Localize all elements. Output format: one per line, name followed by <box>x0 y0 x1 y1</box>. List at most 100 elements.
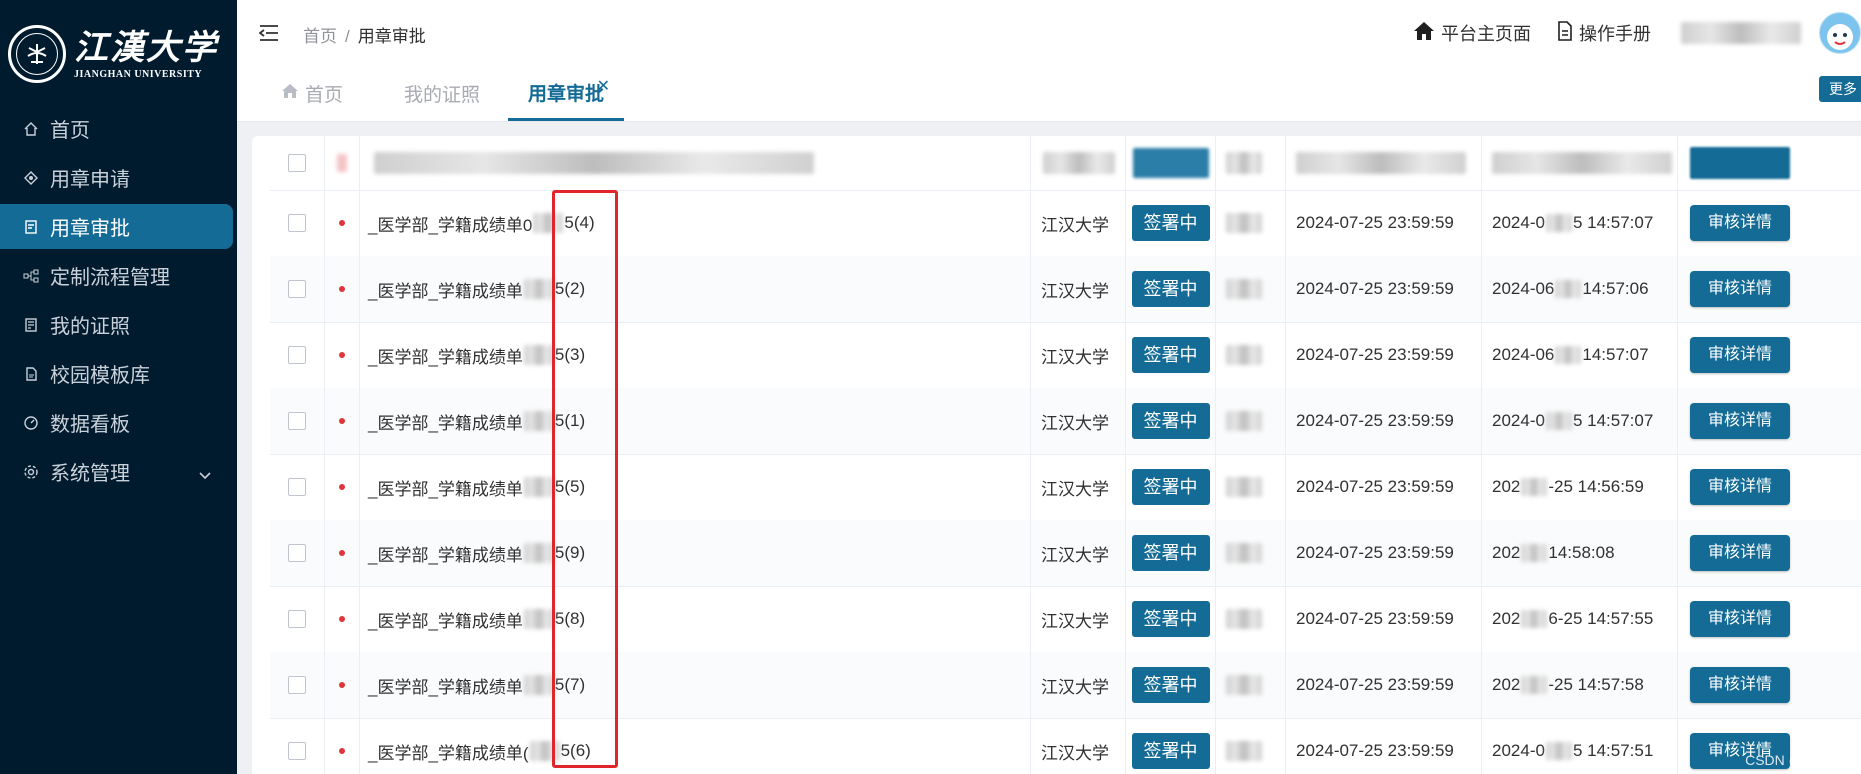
unread-dot-icon <box>339 682 345 688</box>
review-detail-button[interactable]: 审核详情 <box>1690 271 1791 307</box>
tab-home[interactable]: 首页 <box>281 66 343 121</box>
created-time-prefix: 2024-0 <box>1492 741 1545 760</box>
signer-redacted <box>1226 741 1262 761</box>
status-badge: 签署中 <box>1131 403 1210 439</box>
tab-label: 首页 <box>305 85 344 106</box>
status-badge: 签署中 <box>1131 667 1210 703</box>
manual-link[interactable]: 操作手册 <box>1557 20 1651 46</box>
sidebar-item-home[interactable]: 首页 <box>0 106 233 151</box>
tab-bar: 首页 我的证照 用章审批 ✕ 更多 <box>237 66 1861 122</box>
review-detail-button[interactable]: 审核详情 <box>1690 469 1791 505</box>
settings-icon <box>22 463 40 481</box>
signer-redacted <box>1226 213 1262 233</box>
document-name[interactable]: _医学部_学籍成绩单 <box>368 541 523 566</box>
created-time-suffix: 5 14:57:07 <box>1572 213 1654 232</box>
breadcrumb-home[interactable]: 首页 <box>303 27 337 46</box>
user-avatar[interactable] <box>1819 12 1861 54</box>
menu-fold-icon[interactable] <box>258 24 279 47</box>
review-detail-button[interactable]: 审核详情 <box>1690 205 1791 241</box>
chevron-down-icon[interactable] <box>199 463 211 486</box>
table-row: _医学部_学籍成绩单0 5(4) 江汉大学 签署中 2024-07-25 23:59:5… <box>270 190 1861 257</box>
sidebar-item-data-dashboard[interactable]: 数据看板 <box>0 400 233 445</box>
created-time-prefix: 2024-06 <box>1492 279 1555 298</box>
row-checkbox[interactable] <box>288 478 306 496</box>
dashboard-icon <box>22 414 40 432</box>
organization: 江汉大学 <box>1041 413 1109 433</box>
sidebar-item-stamp-approval[interactable]: 用章审批 <box>0 204 233 249</box>
document-name[interactable]: _医学部_学籍成绩单 <box>368 277 523 302</box>
document-name[interactable]: _医学部_学籍成绩单 <box>368 343 523 368</box>
status-badge: 签署中 <box>1131 271 1210 307</box>
document-name[interactable]: _医学部_学籍成绩单 <box>368 409 523 434</box>
tab-my-certificates[interactable]: 我的证照 <box>404 66 480 121</box>
column-header-redacted <box>374 152 814 174</box>
document-name[interactable]: _医学部_学籍成绩单( <box>368 739 529 764</box>
home-icon <box>281 83 299 105</box>
document-name[interactable]: _医学部_学籍成绩单 <box>368 475 523 500</box>
document-name-redacted <box>523 543 554 563</box>
row-checkbox[interactable] <box>288 412 306 430</box>
organization: 江汉大学 <box>1041 281 1109 301</box>
unread-dot-icon <box>339 286 345 292</box>
document-name[interactable]: _医学部_学籍成绩单0 <box>368 211 532 236</box>
platform-home-link[interactable]: 平台主页面 <box>1413 20 1531 46</box>
row-checkbox[interactable] <box>288 676 306 694</box>
document-name-suffix: 5(5) <box>554 477 586 496</box>
review-detail-button[interactable]: 审核详情 <box>1690 667 1791 703</box>
row-checkbox[interactable] <box>288 610 306 628</box>
created-time-redacted <box>1521 478 1548 496</box>
created-time-suffix: 14:57:06 <box>1582 279 1649 298</box>
document-name-suffix: 5(6) <box>560 741 591 760</box>
created-time-redacted <box>1545 742 1572 760</box>
document-name-redacted <box>523 609 554 629</box>
document-name[interactable]: _医学部_学籍成绩单 <box>368 607 523 632</box>
review-detail-button[interactable]: 审核详情 <box>1690 535 1791 571</box>
more-button[interactable]: 更多 <box>1819 76 1861 102</box>
review-detail-button[interactable]: 审核详情 <box>1690 403 1791 439</box>
signer-redacted <box>1226 345 1262 365</box>
table-row: _医学部_学籍成绩单 5(8) 江汉大学 签署中 2024-07-25 23:59:59… <box>270 586 1861 653</box>
unread-dot-icon <box>339 550 345 556</box>
review-detail-button[interactable]: 审核详情 <box>1690 337 1791 373</box>
row-checkbox[interactable] <box>288 214 306 232</box>
status-badge: 签署中 <box>1131 601 1210 637</box>
sidebar-item-stamp-apply[interactable]: 用章申请 <box>0 155 233 200</box>
table-row: _医学部_学籍成绩单 5(5) 江汉大学 签署中 2024-07-25 23:59:59… <box>270 454 1861 521</box>
tab-stamp-approval[interactable]: 用章审批 ✕ <box>508 66 625 121</box>
breadcrumb: 首页 / 用章审批 <box>303 27 426 46</box>
select-all-checkbox[interactable] <box>288 154 306 172</box>
organization: 江汉大学 <box>1041 611 1109 631</box>
signer-redacted <box>1226 543 1262 563</box>
row-checkbox[interactable] <box>288 280 306 298</box>
organization: 江汉大学 <box>1041 677 1109 697</box>
table-row: _医学部_学籍成绩单 5(3) 江汉大学 签署中 2024-07-25 23:59:59… <box>270 322 1861 389</box>
document-name[interactable]: _医学部_学籍成绩单 <box>368 673 523 698</box>
sidebar-item-flow-management[interactable]: 定制流程管理 <box>0 253 233 298</box>
row-checkbox[interactable] <box>288 742 306 760</box>
document-name-suffix: 5(3) <box>554 345 586 364</box>
deadline-time: 2024-07-25 23:59:59 <box>1296 609 1454 628</box>
close-icon[interactable]: ✕ <box>597 76 610 96</box>
table-header-row <box>270 136 1861 191</box>
unread-dot-icon <box>339 484 345 490</box>
document-name-suffix: 5(2) <box>554 279 586 298</box>
document-name-redacted <box>533 213 564 233</box>
flow-icon <box>22 267 40 285</box>
sidebar-item-system-management[interactable]: 系统管理 <box>0 449 233 494</box>
row-checkbox[interactable] <box>288 346 306 364</box>
signer-redacted <box>1226 411 1262 431</box>
review-detail-button[interactable]: 审核详情 <box>1690 601 1791 637</box>
username-redacted[interactable] <box>1681 22 1801 44</box>
university-logo[interactable]: 江漢大学 JIANGHAN UNIVERSITY <box>8 20 228 88</box>
deadline-time: 2024-07-25 23:59:59 <box>1296 345 1454 364</box>
sidebar-item-my-certificates[interactable]: 我的证照 <box>0 302 233 347</box>
document-name-redacted <box>523 675 554 695</box>
organization: 江汉大学 <box>1041 545 1109 565</box>
organization: 江汉大学 <box>1041 215 1109 235</box>
created-time-redacted <box>1521 544 1548 562</box>
platform-home-label: 平台主页面 <box>1441 24 1531 44</box>
document-name-suffix: 5(1) <box>554 411 586 430</box>
sidebar-item-template-library[interactable]: 校园模板库 <box>0 351 233 396</box>
row-checkbox[interactable] <box>288 544 306 562</box>
status-badge: 签署中 <box>1131 205 1210 241</box>
